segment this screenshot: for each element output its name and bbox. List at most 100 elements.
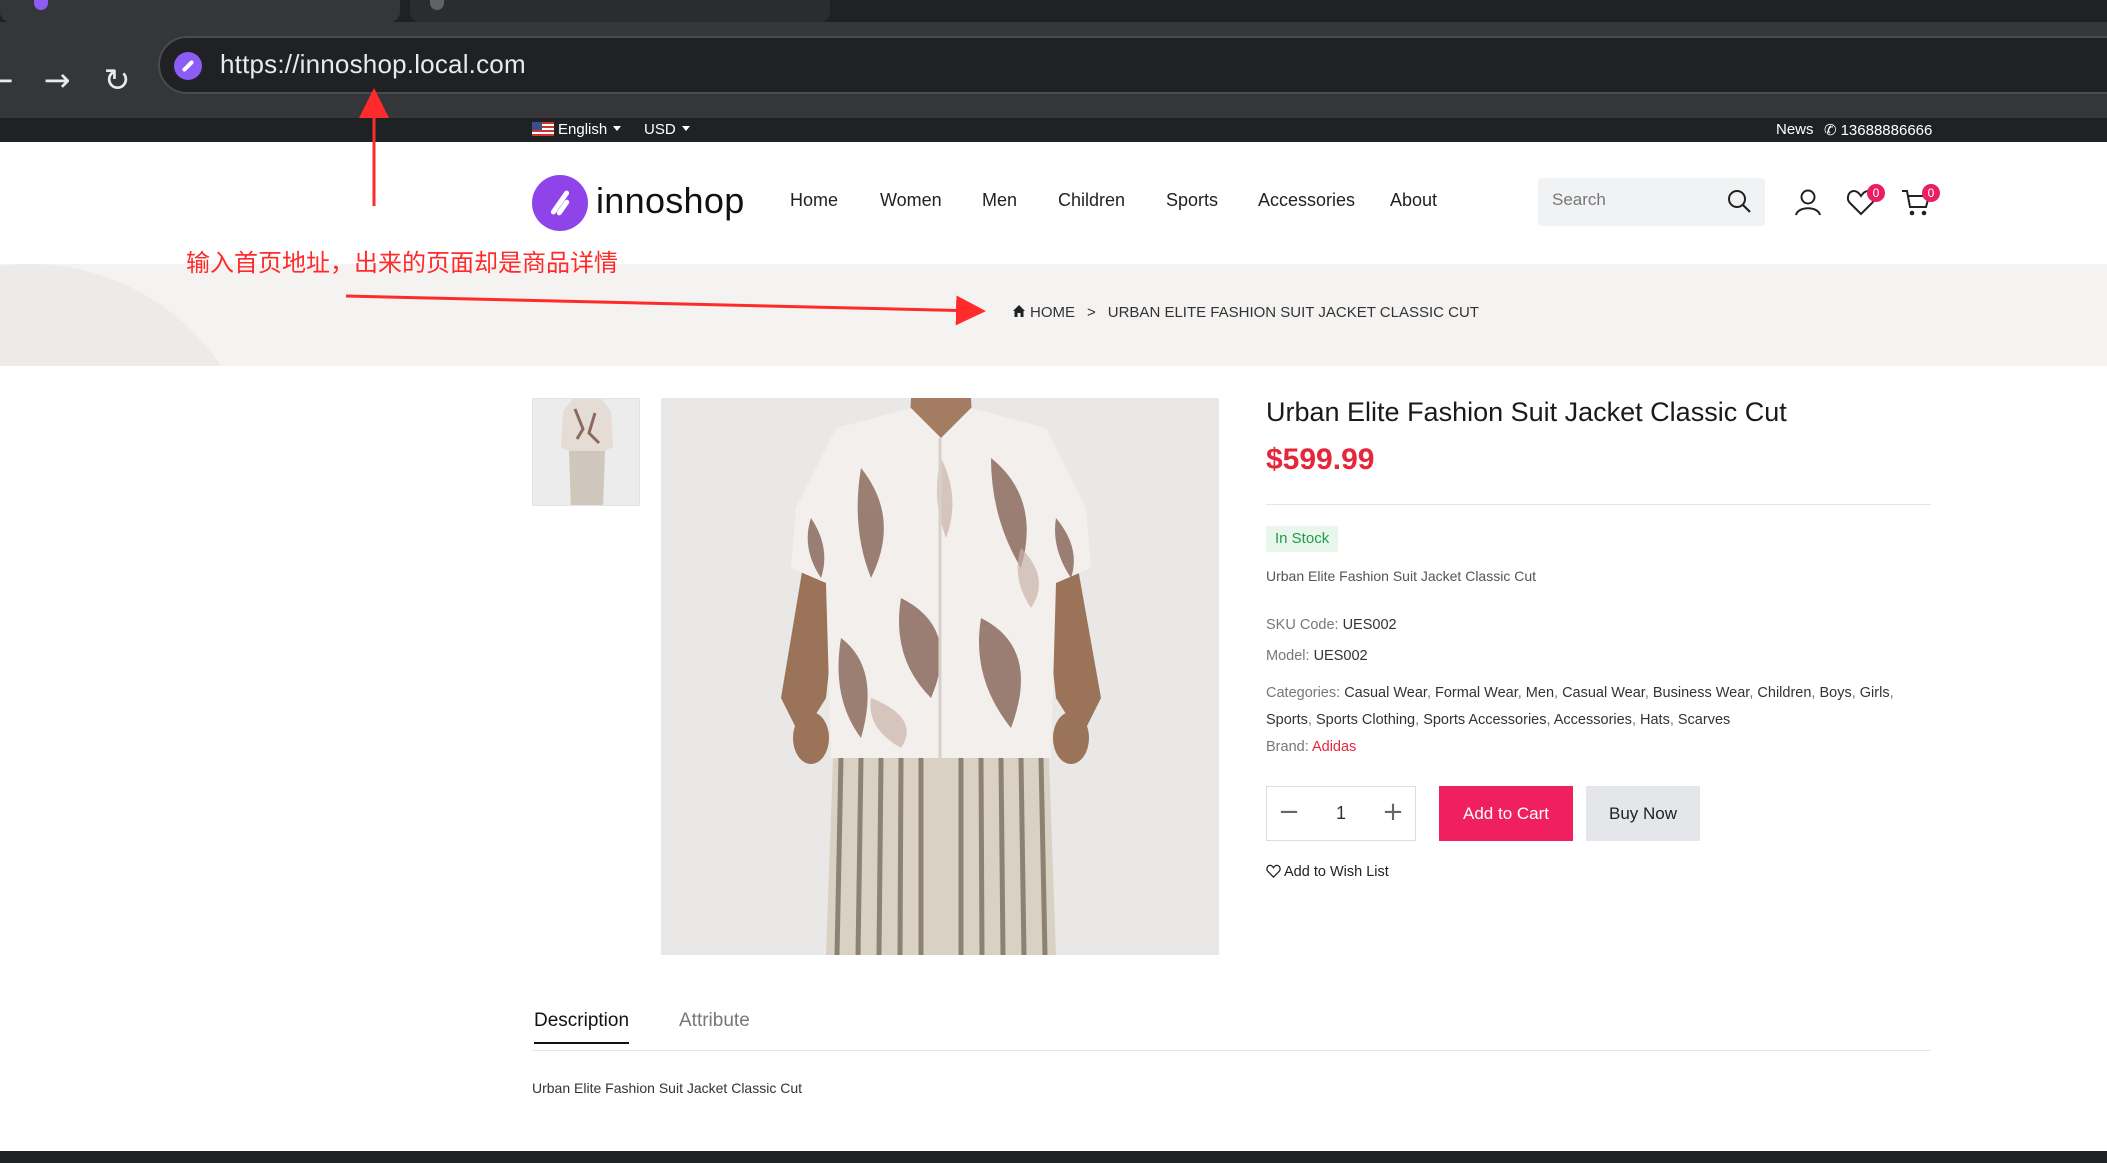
model-label: Model:: [1266, 648, 1310, 664]
category-link[interactable]: Business Wear: [1653, 685, 1749, 701]
add-to-cart-button[interactable]: Add to Cart: [1439, 786, 1573, 841]
brand-row: Brand: Adidas: [1266, 739, 1356, 755]
nav-item-men[interactable]: Men: [982, 190, 1017, 211]
quantity-stepper: − +: [1266, 786, 1416, 841]
browser-tab[interactable]: [410, 0, 830, 22]
nav-item-children[interactable]: Children: [1058, 190, 1125, 211]
search-input[interactable]: [1552, 190, 1722, 210]
account-icon[interactable]: [1792, 186, 1824, 218]
nav-item-about[interactable]: About: [1390, 190, 1437, 211]
add-to-wishlist-label: Add to Wish List: [1284, 864, 1389, 880]
decorative-shape: [0, 264, 260, 366]
annotation-note: 输入首页地址，出来的页面却是商品详情: [186, 249, 618, 277]
category-separator: ,: [1307, 712, 1316, 728]
category-link[interactable]: Children: [1757, 685, 1811, 701]
category-link[interactable]: Scarves: [1678, 712, 1730, 728]
product-tabs: Description Attribute: [532, 1005, 1931, 1051]
nav-item-sports[interactable]: Sports: [1166, 190, 1218, 211]
home-icon: [1013, 305, 1025, 317]
product-summary: Urban Elite Fashion Suit Jacket Classic …: [1266, 568, 1536, 584]
product-title: Urban Elite Fashion Suit Jacket Classic …: [1266, 397, 1787, 427]
nav-item-accessories[interactable]: Accessories: [1258, 190, 1355, 211]
heart-icon: [1266, 864, 1281, 878]
language-selector[interactable]: English: [532, 118, 622, 142]
browser-tab-strip: [0, 0, 2107, 22]
logo-icon[interactable]: [532, 175, 588, 231]
category-link[interactable]: Casual Wear: [1562, 685, 1645, 701]
product-price: $599.99: [1266, 443, 1375, 476]
caret-down-icon: [681, 126, 690, 131]
category-separator: ,: [1546, 712, 1554, 728]
breadcrumb-home-link[interactable]: HOME: [1030, 304, 1075, 321]
nav-item-women[interactable]: Women: [880, 190, 942, 211]
category-separator: ,: [1554, 685, 1563, 701]
categories-label: Categories:: [1266, 685, 1341, 701]
phone-number: 13688886666: [1840, 122, 1933, 139]
phone-contact[interactable]: ✆ 13688886666: [1824, 118, 1932, 143]
category-separator: ,: [1415, 712, 1424, 728]
caret-down-icon: [613, 126, 622, 131]
product-thumbnail[interactable]: [532, 398, 640, 506]
category-link[interactable]: Hats: [1640, 712, 1670, 728]
category-link[interactable]: Girls: [1860, 685, 1890, 701]
nav-item-home[interactable]: Home: [790, 190, 838, 211]
breadcrumb-separator: >: [1087, 304, 1096, 321]
sku-row: SKU Code: UES002: [1266, 617, 1397, 633]
cart-count-badge: 0: [1922, 184, 1940, 202]
product-photo: [661, 398, 1219, 955]
tab-favicon-icon: [34, 0, 48, 10]
quantity-increase-button[interactable]: +: [1371, 787, 1415, 840]
category-separator: ,: [1517, 685, 1526, 701]
category-link[interactable]: Sports Clothing: [1316, 712, 1415, 728]
quantity-decrease-button[interactable]: −: [1267, 787, 1311, 840]
model-row: Model: UES002: [1266, 648, 1368, 664]
url-text[interactable]: https://innoshop.local.com: [220, 49, 526, 80]
divider: [1266, 504, 1931, 505]
category-separator: ,: [1889, 685, 1894, 701]
site-info-icon[interactable]: [174, 52, 202, 80]
back-button[interactable]: ←: [0, 58, 22, 102]
reload-button[interactable]: ↻: [95, 58, 139, 102]
categories-list: Casual Wear, Formal Wear, Men, Casual We…: [1266, 685, 1894, 728]
category-link[interactable]: Sports Accessories: [1423, 712, 1546, 728]
browser-tab-active[interactable]: [0, 0, 400, 22]
logo-text[interactable]: innoshop: [596, 180, 745, 222]
categories-row: Categories: Casual Wear, Formal Wear, Me…: [1266, 680, 1911, 734]
search-box: [1538, 178, 1765, 226]
quantity-input[interactable]: [1311, 787, 1371, 840]
category-link[interactable]: Sports: [1266, 712, 1308, 728]
currency-label: USD: [644, 121, 676, 138]
sku-value: UES002: [1342, 617, 1397, 633]
browser-toolbar: ← → ↻ https://innoshop.local.com: [0, 22, 2107, 118]
add-to-wishlist-link[interactable]: Add to Wish List: [1266, 864, 1389, 880]
breadcrumb-banner: HOME > URBAN ELITE FASHION SUIT JACKET CLA…: [0, 264, 2107, 366]
tab-favicon-icon: [430, 0, 444, 10]
taskbar-strip: [0, 1151, 2107, 1163]
forward-button[interactable]: →: [35, 58, 79, 102]
currency-selector[interactable]: USD: [644, 118, 690, 142]
tab-attribute[interactable]: Attribute: [679, 1010, 750, 1032]
search-icon[interactable]: [1726, 188, 1752, 214]
category-link[interactable]: Men: [1526, 685, 1554, 701]
category-link[interactable]: Formal Wear: [1435, 685, 1518, 701]
category-link[interactable]: Boys: [1819, 685, 1851, 701]
category-separator: ,: [1426, 685, 1435, 701]
brand-link[interactable]: Adidas: [1312, 739, 1356, 755]
stock-status-badge: In Stock: [1266, 526, 1339, 552]
language-label: English: [558, 121, 608, 138]
category-link[interactable]: Casual Wear: [1344, 685, 1427, 701]
buy-now-button[interactable]: Buy Now: [1586, 786, 1700, 841]
us-flag-icon: [532, 122, 554, 136]
address-bar[interactable]: https://innoshop.local.com: [158, 36, 2107, 94]
top-bar: English USD News ✆ 13688886666: [0, 118, 2107, 142]
news-link[interactable]: News: [1776, 118, 1814, 142]
description-body: Urban Elite Fashion Suit Jacket Classic …: [532, 1080, 802, 1096]
product-main-image[interactable]: [661, 398, 1219, 955]
category-separator: ,: [1851, 685, 1860, 701]
phone-icon: ✆: [1824, 121, 1837, 139]
wishlist-count-badge: 0: [1867, 184, 1885, 202]
category-separator: ,: [1631, 712, 1640, 728]
model-value: UES002: [1313, 648, 1368, 664]
category-link[interactable]: Accessories: [1554, 712, 1632, 728]
tab-description[interactable]: Description: [534, 1010, 630, 1044]
